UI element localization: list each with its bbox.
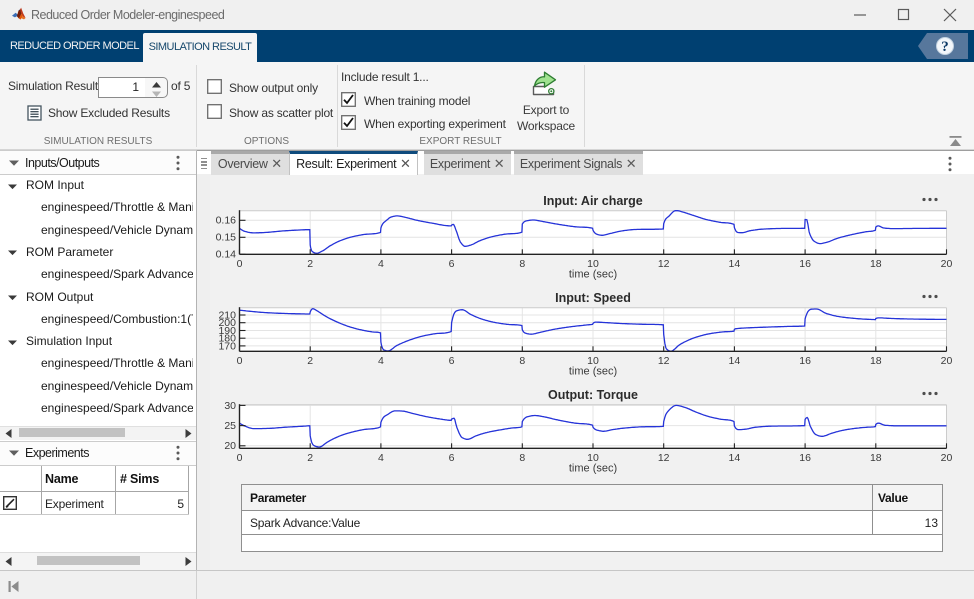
svg-text:4: 4 [378,355,384,367]
svg-text:6: 6 [449,452,455,464]
svg-text:20: 20 [224,440,236,452]
svg-text:12: 12 [658,452,670,464]
svg-text:20: 20 [941,355,953,367]
svg-text:0.15: 0.15 [216,232,237,244]
svg-text:12: 12 [658,258,670,270]
svg-text:0.14: 0.14 [216,249,237,261]
svg-text:16: 16 [799,355,811,367]
svg-text:0: 0 [237,258,243,270]
svg-text:16: 16 [799,452,811,464]
svg-text:2: 2 [307,452,313,464]
svg-text:Input: Air charge: Input: Air charge [543,194,643,208]
svg-text:0: 0 [237,355,243,367]
svg-text:12: 12 [658,355,670,367]
svg-text:20: 20 [941,258,953,270]
svg-text:18: 18 [870,258,882,270]
svg-text:time (sec): time (sec) [569,268,617,280]
svg-text:time (sec): time (sec) [569,462,617,474]
svg-text:18: 18 [870,355,882,367]
svg-text:6: 6 [449,258,455,270]
svg-text:?: ? [941,39,949,55]
svg-text:0.16: 0.16 [216,215,237,227]
svg-text:16: 16 [799,258,811,270]
svg-text:25: 25 [224,420,236,432]
svg-text:30: 30 [224,400,236,412]
svg-text:4: 4 [378,452,384,464]
svg-text:8: 8 [519,355,525,367]
svg-text:14: 14 [729,452,741,464]
svg-text:4: 4 [378,258,384,270]
svg-text:6: 6 [449,355,455,367]
svg-text:time (sec): time (sec) [569,365,617,377]
svg-text:14: 14 [729,258,741,270]
svg-text:Input: Speed: Input: Speed [555,291,631,305]
svg-text:14: 14 [729,355,741,367]
svg-text:18: 18 [870,452,882,464]
svg-text:Output: Torque: Output: Torque [548,388,638,402]
svg-text:0: 0 [237,452,243,464]
svg-text:170: 170 [218,340,236,352]
svg-text:2: 2 [307,258,313,270]
svg-text:20: 20 [941,452,953,464]
svg-text:8: 8 [519,452,525,464]
svg-text:2: 2 [307,355,313,367]
svg-text:8: 8 [519,258,525,270]
